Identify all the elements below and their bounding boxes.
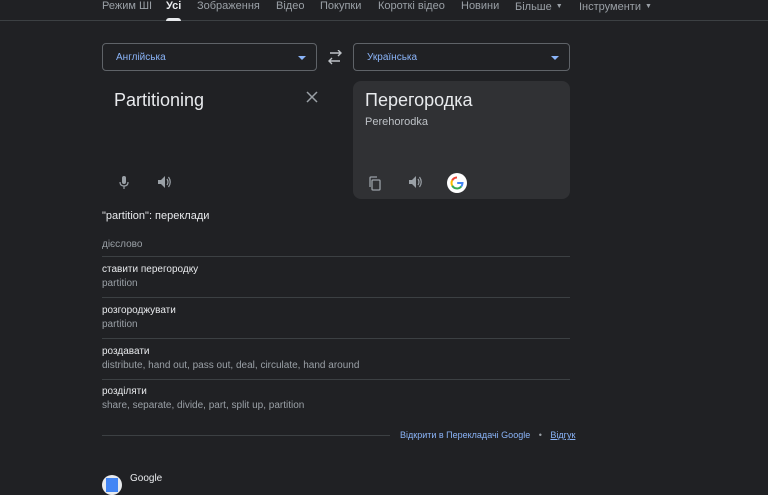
divider	[102, 256, 570, 257]
dictionary-entry: роздавати distribute, hand out, pass out…	[102, 345, 359, 372]
footer-separator: •	[538, 430, 542, 440]
search-tabs: Режим ШІ Усі Зображення Відео Покупки Ко…	[0, 0, 768, 21]
target-language-select[interactable]: Українська	[353, 43, 570, 71]
dropdown-arrow-icon	[551, 56, 559, 60]
footer-links: Відкрити в Перекладачі Google • Відгук	[400, 430, 575, 440]
caret-down-icon: ▼	[555, 3, 563, 10]
entry-word: роздавати	[102, 346, 150, 357]
source-text[interactable]: Partitioning	[114, 90, 204, 111]
dictionary-entry: розгороджувати partition	[102, 304, 176, 331]
tab-short-videos[interactable]: Короткі відео	[378, 0, 445, 13]
entry-synonyms: partition	[102, 278, 138, 289]
entry-word: розділяти	[102, 386, 147, 397]
dictionary-entry: ставити перегородку partition	[102, 263, 198, 290]
divider	[102, 379, 570, 380]
entry-synonyms: partition	[102, 319, 138, 330]
tab-ai-mode[interactable]: Режим ШІ	[102, 0, 152, 13]
entry-synonyms: distribute, hand out, pass out, deal, ci…	[102, 360, 360, 371]
target-language-label: Українська	[367, 52, 418, 63]
source-language-select[interactable]: Англійська	[102, 43, 317, 71]
tab-more[interactable]: Більше ▼	[515, 0, 563, 14]
google-logo-icon[interactable]	[447, 173, 467, 193]
tab-images[interactable]: Зображення	[197, 0, 260, 13]
footer-divider	[102, 435, 390, 436]
tab-tools-label: Інструменти	[579, 1, 641, 13]
translation-panel: Перегородка Perehorodka	[353, 81, 570, 199]
divider	[102, 338, 570, 339]
google-favicon	[102, 475, 122, 495]
entry-synonyms: share, separate, divide, part, split up,…	[102, 400, 305, 411]
translate-logo-icon	[106, 478, 118, 492]
caret-down-icon: ▼	[644, 3, 652, 10]
dictionary-title: "partition": переклади	[102, 210, 210, 222]
source-language-label: Англійська	[116, 52, 166, 63]
open-in-translate-link[interactable]: Відкрити в Перекладачі Google	[400, 430, 530, 440]
active-tab-indicator	[166, 18, 181, 21]
close-icon[interactable]	[305, 90, 319, 104]
swap-icon[interactable]	[326, 50, 344, 66]
divider	[102, 297, 570, 298]
speaker-icon[interactable]	[157, 175, 172, 189]
entry-word: ставити перегородку	[102, 264, 199, 275]
tab-news[interactable]: Новини	[461, 0, 499, 13]
tab-tools[interactable]: Інструменти ▼	[579, 0, 652, 14]
part-of-speech: дієслово	[102, 239, 143, 250]
tab-videos[interactable]: Відео	[276, 0, 304, 13]
feedback-link[interactable]: Відгук	[550, 430, 575, 440]
result-site-name[interactable]: Google	[130, 473, 162, 484]
mic-icon[interactable]	[118, 175, 130, 191]
speaker-icon[interactable]	[408, 175, 423, 189]
tab-more-label: Більше	[515, 1, 552, 13]
dictionary-entry: розділяти share, separate, divide, part,…	[102, 385, 304, 412]
dropdown-arrow-icon	[298, 56, 306, 60]
transliteration-text: Perehorodka	[365, 116, 428, 128]
translation-text: Перегородка	[365, 90, 473, 110]
tab-shopping[interactable]: Покупки	[320, 0, 361, 13]
tab-all[interactable]: Усі	[166, 0, 181, 13]
copy-icon[interactable]	[368, 176, 382, 191]
entry-word: розгороджувати	[102, 305, 176, 316]
